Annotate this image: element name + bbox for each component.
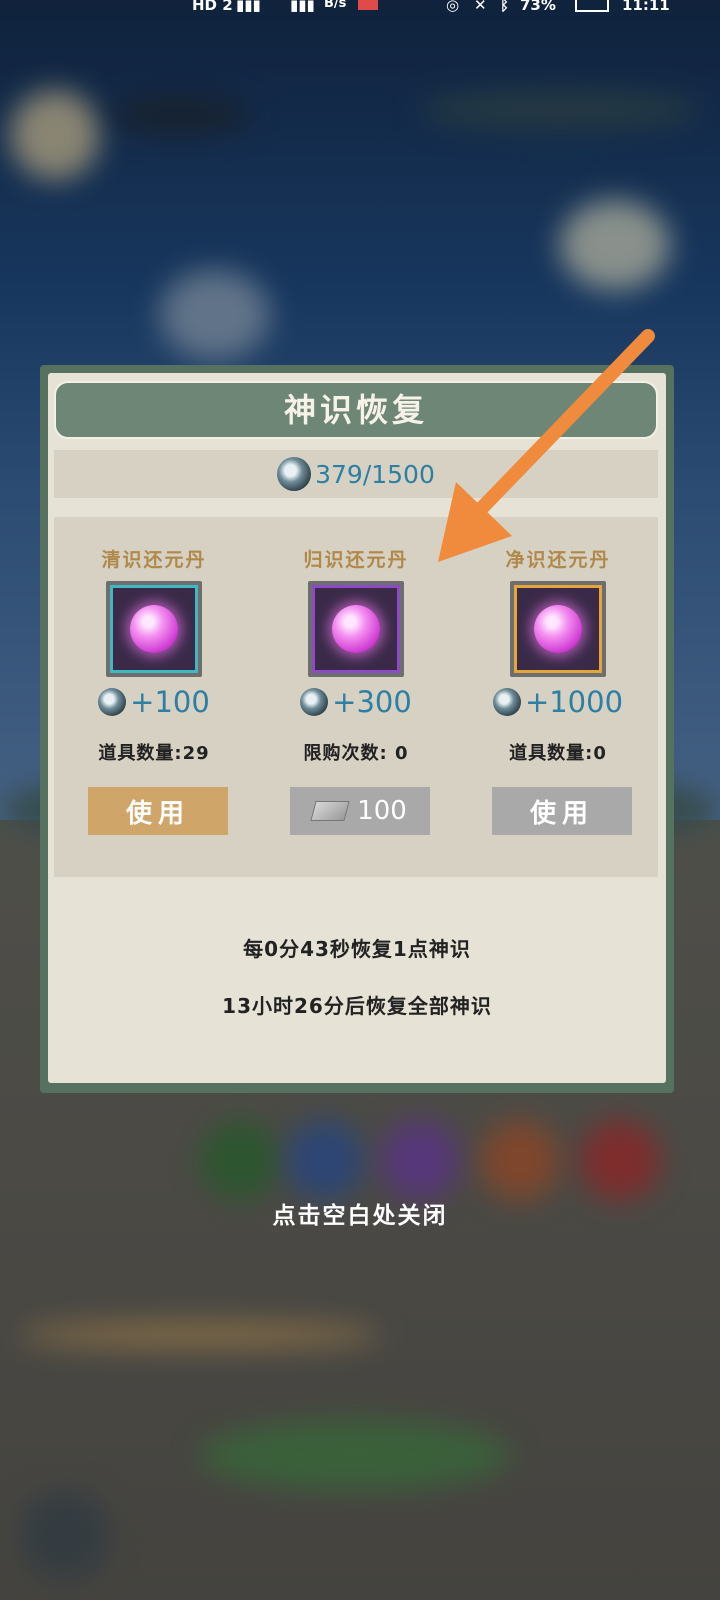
signal-icon: ▮▮▮ — [290, 0, 315, 14]
item-icon-inner — [110, 585, 198, 673]
spirit-swirl-icon — [300, 688, 329, 716]
item-gain-value: +100 — [130, 685, 210, 719]
battery-icon — [575, 0, 609, 12]
dialog-body: 神识恢复 379/1500 清识还元丹 +100 道具数量:29 使用 归识还元… — [48, 373, 666, 1083]
close-hint[interactable]: 点击空白处关闭 — [0, 1196, 720, 1230]
use-button[interactable]: 使用 — [492, 787, 632, 835]
signal-icon: ▮▮▮ — [236, 0, 261, 14]
item-name: 清识还元丹 — [101, 549, 207, 571]
energy-display: 379/1500 — [54, 450, 658, 498]
status-bar: HD 2 ▮▮▮ ▮▮▮ B/s ◎ ✕ ᛒ 73% 11:11 — [0, 0, 720, 18]
network-speed: B/s — [324, 0, 347, 11]
dialog-title: 神识恢复 — [54, 381, 658, 439]
notification-icon — [358, 0, 378, 10]
item-gain: +300 — [256, 685, 456, 719]
energy-value: 379/1500 — [315, 459, 435, 489]
item-gain: +100 — [54, 685, 254, 719]
item-icon-inner — [514, 585, 602, 673]
clock: 11:11 — [622, 0, 670, 14]
hd-badge: HD 2 — [192, 0, 233, 14]
item-card: 净识还元丹 +1000 道具数量:0 使用 — [458, 517, 658, 877]
recovery-rate-text: 每0分43秒恢复1点神识 — [243, 937, 471, 961]
item-name: 归识还元丹 — [303, 549, 409, 571]
item-gain-value: +300 — [332, 685, 412, 719]
pink-pearl-icon — [534, 605, 582, 653]
item-icon-frame[interactable] — [106, 581, 202, 677]
item-icon-frame[interactable] — [510, 581, 606, 677]
buy-price: 100 — [357, 796, 407, 826]
spirit-swirl-icon — [492, 688, 521, 716]
item-gain-value: +1000 — [524, 685, 624, 719]
item-card: 清识还元丹 +100 道具数量:29 使用 — [54, 517, 254, 877]
item-name: 净识还元丹 — [505, 549, 611, 571]
item-count: 道具数量:0 — [509, 743, 607, 764]
ticket-icon — [310, 801, 350, 821]
item-card: 归识还元丹 +300 限购次数: 0 100 — [256, 517, 456, 877]
purchase-limit: 限购次数: 0 — [303, 743, 409, 764]
pink-pearl-icon — [130, 605, 178, 653]
bluetooth-icon: ᛒ — [500, 0, 510, 14]
buy-button[interactable]: 100 — [290, 787, 430, 835]
item-gain: +1000 — [458, 685, 658, 719]
item-icon-frame[interactable] — [308, 581, 404, 677]
energy-recovery-dialog: 神识恢复 379/1500 清识还元丹 +100 道具数量:29 使用 归识还元… — [40, 365, 674, 1093]
spirit-swirl-icon — [277, 457, 312, 491]
nfc-icon: ◎ — [446, 0, 460, 14]
items-panel: 清识还元丹 +100 道具数量:29 使用 归识还元丹 +300 限购次数: 0… — [54, 517, 658, 877]
item-count: 道具数量:29 — [98, 743, 210, 764]
pink-pearl-icon — [332, 605, 380, 653]
spirit-swirl-icon — [98, 688, 127, 716]
full-recovery-text: 13小时26分后恢复全部神识 — [222, 994, 492, 1018]
item-icon-inner — [312, 585, 400, 673]
mute-icon: ✕ — [474, 0, 487, 14]
battery-percent: 73% — [520, 0, 556, 14]
use-button[interactable]: 使用 — [88, 787, 228, 835]
